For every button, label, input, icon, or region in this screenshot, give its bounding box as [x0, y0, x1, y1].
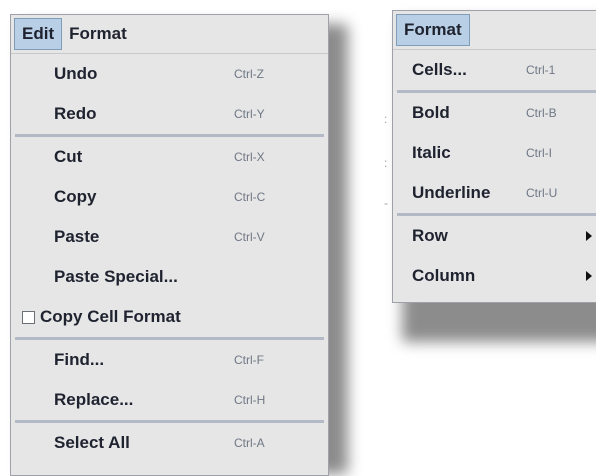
menu-item-copy-cell-format[interactable]: Copy Cell Format: [11, 297, 328, 337]
menu-item-label: Redo: [54, 104, 97, 123]
menu-item-label: Row: [412, 226, 448, 245]
menu-item-label: Copy Cell Format: [40, 307, 181, 326]
format-menu-title[interactable]: Format: [396, 14, 470, 46]
menu-item-label: Select All: [54, 433, 130, 452]
menu-item-copy[interactable]: Copy Ctrl-C: [11, 177, 328, 217]
shortcut-label: Ctrl-I: [526, 146, 552, 160]
menu-item-bold[interactable]: Bold Ctrl-B: [393, 93, 596, 133]
menu-item-underline[interactable]: Underline Ctrl-U: [393, 173, 596, 213]
menu-item-select-all[interactable]: Select All Ctrl-A: [11, 423, 328, 463]
menu-item-label: Italic: [412, 143, 451, 162]
shortcut-label: Ctrl-V: [234, 230, 265, 244]
menu-bar: Format: [393, 11, 596, 50]
background-glyph: :: [384, 156, 388, 170]
menu-item-label: Cut: [54, 147, 83, 166]
menu-item-italic[interactable]: Italic Ctrl-I: [393, 133, 596, 173]
menu-item-find[interactable]: Find... Ctrl-F: [11, 340, 328, 380]
menu-item-label: Find...: [54, 350, 105, 369]
menu-item-paste-special[interactable]: Paste Special...: [11, 257, 328, 297]
format-menu-title[interactable]: Format: [62, 15, 134, 53]
menu-item-cut[interactable]: Cut Ctrl-X: [11, 137, 328, 177]
shortcut-label: Ctrl-1: [526, 63, 556, 77]
menu-item-label: Copy: [54, 187, 97, 206]
background-glyph: :: [384, 112, 388, 126]
shortcut-label: Ctrl-Y: [234, 107, 265, 121]
menu-item-label: Paste: [54, 227, 100, 246]
submenu-arrow-icon: [586, 271, 592, 281]
shortcut-label: Ctrl-C: [234, 190, 266, 204]
menu-item-paste[interactable]: Paste Ctrl-V: [11, 217, 328, 257]
shortcut-label: Ctrl-H: [234, 393, 266, 407]
edit-menu-title[interactable]: Edit: [14, 18, 63, 50]
background-glyph: -: [384, 196, 388, 210]
menu-item-replace[interactable]: Replace... Ctrl-H: [11, 380, 328, 420]
menu-item-label: Underline: [412, 183, 491, 202]
checkbox-unchecked[interactable]: [22, 310, 35, 324]
format-menu: Format Cells... Ctrl-1 Bold Ctrl-B Itali…: [392, 10, 596, 303]
shortcut-label: Ctrl-A: [234, 436, 265, 450]
menu-item-label: Paste Special...: [54, 267, 178, 286]
shortcut-label: Ctrl-B: [526, 106, 557, 120]
edit-menu: Edit Format Undo Ctrl-Z Redo Ctrl-Y Cut …: [10, 14, 329, 476]
submenu-arrow-icon: [586, 231, 592, 241]
shortcut-label: Ctrl-F: [234, 353, 264, 367]
menu-item-label: Undo: [54, 64, 98, 83]
shortcut-label: Ctrl-U: [526, 186, 558, 200]
menu-item-cells[interactable]: Cells... Ctrl-1: [393, 50, 596, 90]
menu-item-column[interactable]: Column: [393, 256, 596, 296]
menu-item-redo[interactable]: Redo Ctrl-Y: [11, 94, 328, 134]
menu-item-row[interactable]: Row: [393, 216, 596, 256]
shortcut-label: Ctrl-X: [234, 150, 265, 164]
menu-item-label: Cells...: [412, 60, 467, 79]
menu-item-label: Column: [412, 266, 476, 285]
menu-item-label: Bold: [412, 103, 450, 122]
menu-bar: Edit Format: [11, 15, 328, 54]
menu-item-label: Replace...: [54, 390, 134, 409]
shortcut-label: Ctrl-Z: [234, 67, 264, 81]
menu-item-undo[interactable]: Undo Ctrl-Z: [11, 54, 328, 94]
